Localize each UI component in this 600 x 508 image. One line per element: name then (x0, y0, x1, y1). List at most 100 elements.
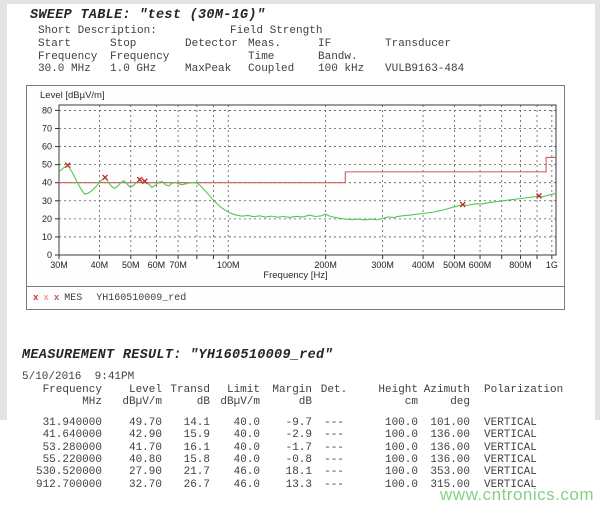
table-cell: 40.0 (210, 429, 260, 441)
table-cell: VERTICAL (470, 442, 590, 454)
short-description-value: Field Strength (230, 25, 322, 38)
y-tick-label: 0 (47, 250, 52, 260)
table-cell: --- (312, 429, 356, 441)
table-cell: 40.0 (210, 454, 260, 466)
chart-panel: Level [dBµV/m] 0102030405060708030M40M50… (26, 85, 565, 310)
x-tick-label: 50M (122, 260, 140, 270)
table-cell: Limit (210, 384, 260, 396)
x-tick-label: 40M (91, 260, 109, 270)
sweep-column-header (185, 51, 248, 64)
x-tick-label: 600M (469, 260, 492, 270)
sweep-column-header: Frequency (38, 51, 110, 64)
table-cell: 100.0 (356, 442, 418, 454)
table-cell: 100.0 (356, 417, 418, 429)
table-cell: --- (312, 454, 356, 466)
table-cell: 40.80 (102, 454, 162, 466)
table-cell: -2.9 (260, 429, 312, 441)
table-spacer-row (22, 409, 590, 417)
y-tick-label: 50 (42, 160, 52, 170)
table-cell: 13.3 (260, 479, 312, 491)
table-cell: --- (312, 479, 356, 491)
table-cell: 15.8 (162, 454, 210, 466)
table-cell: dB (260, 396, 312, 408)
sweep-column-header: Frequency (110, 51, 185, 64)
sweep-column-value: 100 kHz (318, 63, 385, 76)
y-tick-label: 40 (42, 178, 52, 188)
sweep-column-value: VULB9163-484 (385, 63, 535, 76)
table-row: 55.22000040.8015.840.0-0.8---100.0136.00… (22, 454, 590, 466)
table-cell: 42.90 (102, 429, 162, 441)
table-cell: 32.70 (102, 479, 162, 491)
table-cell: 55.220000 (22, 454, 102, 466)
measurement-table: FrequencyLevelTransdLimitMarginDet.Heigh… (22, 384, 590, 491)
table-cell: 136.00 (418, 454, 470, 466)
sweep-column: Detector MaxPeak (185, 38, 248, 76)
watermark-text: www.cntronics.com (440, 485, 594, 505)
sweep-column-header: Stop (110, 38, 185, 51)
x-tick-label: 200M (314, 260, 337, 270)
chart-legend: xxx MES YH160510009_red (27, 286, 564, 309)
table-cell: -9.7 (260, 417, 312, 429)
sweep-column-header: IF (318, 38, 385, 51)
y-tick-label: 30 (42, 196, 52, 206)
x-tick-label: 800M (509, 260, 532, 270)
table-cell: 100.0 (356, 479, 418, 491)
sweep-column-header (385, 51, 535, 64)
sweep-column-value: 1.0 GHz (110, 63, 185, 76)
table-cell: 31.940000 (22, 417, 102, 429)
table-cell: dBµV/m (102, 396, 162, 408)
sweep-table-columns: StartFrequency30.0 MHzStopFrequency1.0 G… (38, 38, 535, 76)
table-cell: 101.00 (418, 417, 470, 429)
short-description-label: Short Description: (38, 25, 230, 38)
table-cell: Polarization (470, 384, 590, 396)
legend-series-label: MES (64, 293, 82, 304)
table-cell: Height (356, 384, 418, 396)
plot-frame (59, 105, 556, 255)
table-cell: 46.0 (210, 479, 260, 491)
table-cell: --- (312, 442, 356, 454)
table-cell: VERTICAL (470, 429, 590, 441)
sweep-column-value: Coupled (248, 63, 318, 76)
table-cell: 41.640000 (22, 429, 102, 441)
sweep-short-description: Short Description: Field Strength (38, 25, 322, 38)
sweep-column-header: Transducer (385, 38, 535, 51)
page-edge-left (0, 0, 7, 420)
table-cell: 49.70 (102, 417, 162, 429)
y-tick-label: 20 (42, 214, 52, 224)
sweep-column: StopFrequency1.0 GHz (110, 38, 185, 76)
sweep-column-header: Meas. (248, 38, 318, 51)
table-cell: 53.280000 (22, 442, 102, 454)
table-cell: -0.8 (260, 454, 312, 466)
table-cell: --- (312, 466, 356, 478)
table-cell: 14.1 (162, 417, 210, 429)
table-units-row: MHzdBµV/mdBdBµV/mdB cmdeg (22, 396, 590, 408)
sweep-column-header: Start (38, 38, 110, 51)
x-tick-label: 100M (217, 260, 240, 270)
table-cell: 18.1 (260, 466, 312, 478)
table-cell: 100.0 (356, 454, 418, 466)
legend-marker-icon: x (43, 293, 48, 303)
table-cell: Azimuth (418, 384, 470, 396)
table-cell: Det. (312, 384, 356, 396)
y-tick-label: 80 (42, 105, 52, 115)
table-cell: deg (418, 396, 470, 408)
table-cell: 41.70 (102, 442, 162, 454)
table-header-row: FrequencyLevelTransdLimitMarginDet.Heigh… (22, 384, 590, 396)
table-cell: --- (312, 417, 356, 429)
table-cell: -1.7 (260, 442, 312, 454)
table-cell: 21.7 (162, 466, 210, 478)
table-cell: 353.00 (418, 466, 470, 478)
sweep-column-header: Bandw. (318, 51, 385, 64)
sweep-column-header: Detector (185, 38, 248, 51)
table-cell: Frequency (22, 384, 102, 396)
table-row: 53.28000041.7016.140.0-1.7---100.0136.00… (22, 442, 590, 454)
x-tick-label: 300M (371, 260, 394, 270)
table-cell: 100.0 (356, 466, 418, 478)
y-tick-label: 70 (42, 123, 52, 133)
table-cell: dB (162, 396, 210, 408)
table-cell: cm (356, 396, 418, 408)
table-cell: 46.0 (210, 466, 260, 478)
table-cell: VERTICAL (470, 466, 590, 478)
page-edge-right (595, 0, 600, 420)
table-row: 41.64000042.9015.940.0-2.9---100.0136.00… (22, 429, 590, 441)
